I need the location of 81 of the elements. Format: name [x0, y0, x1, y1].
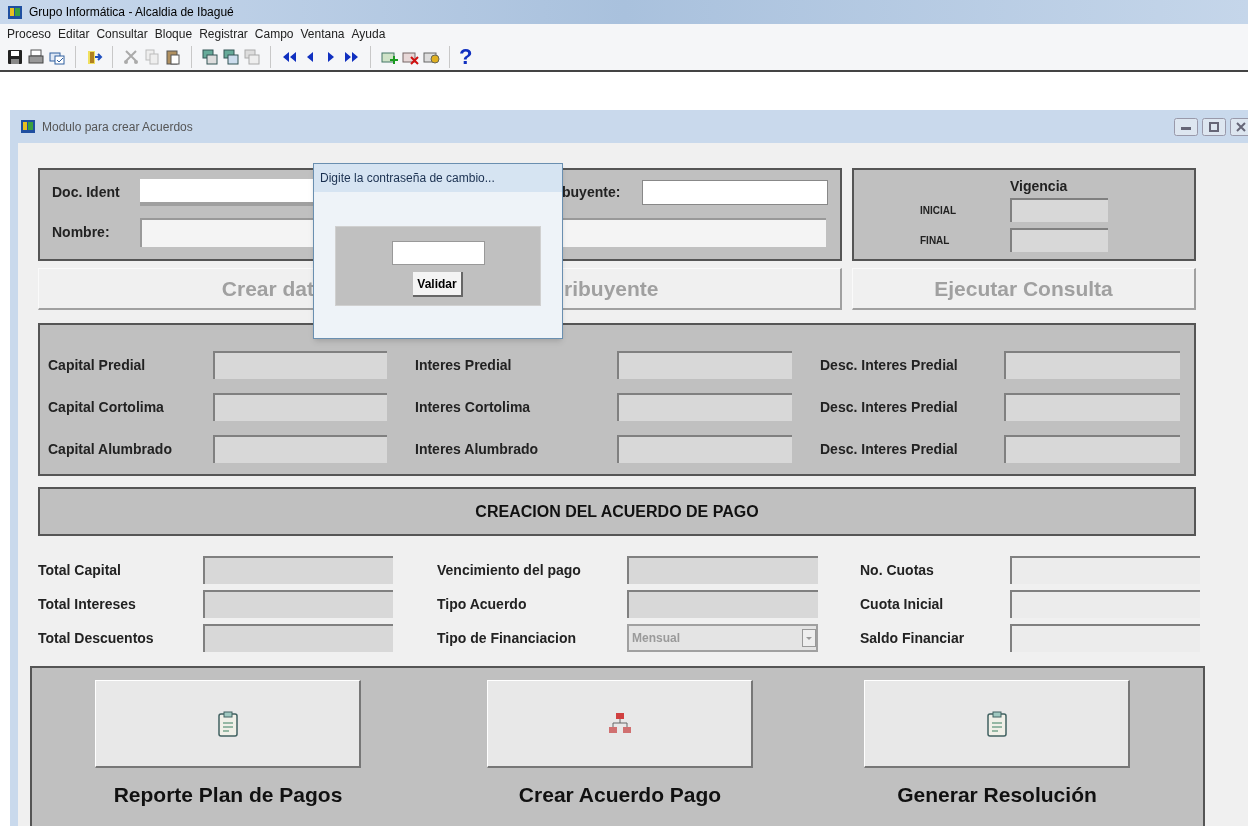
field-label: Capital Cortolima — [48, 397, 165, 417]
printer-icon[interactable] — [27, 47, 45, 66]
input-field[interactable] — [1010, 590, 1200, 618]
clipboard-icon[interactable] — [216, 710, 239, 737]
input-field[interactable] — [203, 590, 393, 618]
field-label: Total Descuentos — [38, 628, 155, 648]
input-field[interactable] — [617, 393, 792, 421]
input-field[interactable] — [642, 180, 828, 205]
field-label: Desc. Interes Predial — [820, 397, 959, 417]
field-label: Capital Alumbrado — [48, 439, 173, 459]
field-label: Cuota Inicial — [860, 594, 945, 614]
close-icon[interactable] — [1230, 117, 1248, 136]
field-label: buyente: — [562, 183, 622, 202]
field-label: Capital Predial — [48, 355, 147, 375]
input-field[interactable] — [203, 556, 393, 584]
query-run-icon[interactable] — [222, 47, 240, 66]
field-label: Saldo Financiar — [860, 628, 966, 648]
input-field[interactable] — [1010, 198, 1108, 222]
save-icon[interactable] — [6, 47, 24, 66]
window-title: Modulo para crear Acuerdos — [42, 118, 194, 136]
icon-button[interactable] — [864, 680, 1130, 768]
password-field[interactable] — [391, 241, 485, 265]
section-header: CREACION DEL ACUERDO DE PAGO — [38, 487, 1196, 536]
input-field[interactable] — [1004, 435, 1180, 463]
field-label: INICIAL — [920, 203, 958, 218]
clipboard-icon[interactable] — [985, 710, 1008, 737]
field-label: No. Cuotas — [860, 560, 935, 580]
dropdown-value: Mensual — [632, 630, 680, 647]
query-icon[interactable] — [201, 47, 219, 66]
input-field[interactable] — [617, 435, 792, 463]
caret-icon[interactable] — [802, 629, 816, 647]
input-field[interactable] — [213, 351, 387, 379]
icon-button[interactable] — [487, 680, 753, 768]
field-label: Doc. Ident — [52, 183, 121, 202]
field-label: Vencimiento del pago — [437, 560, 582, 580]
input-field[interactable] — [1010, 624, 1200, 652]
help-icon[interactable]: ? — [459, 45, 473, 68]
input-field[interactable] — [617, 351, 792, 379]
field-label: Total Intereses — [38, 594, 137, 614]
menu-item[interactable]: Bloque — [154, 24, 193, 43]
input-field[interactable] — [203, 624, 393, 652]
app-icon[interactable] — [20, 119, 36, 134]
input-field[interactable] — [1004, 351, 1180, 379]
field-label: Tipo Acuerdo — [437, 594, 528, 614]
field-label: Nombre: — [52, 223, 111, 242]
input-field[interactable] — [213, 393, 387, 421]
input-field[interactable] — [627, 590, 818, 618]
input-field[interactable] — [1010, 556, 1200, 584]
field-label: Desc. Interes Predial — [820, 355, 959, 375]
button-caption: Reporte Plan de Pagos — [113, 782, 343, 808]
icon-button[interactable] — [95, 680, 361, 768]
button-caption: Crear Acuerdo Pago — [518, 782, 722, 808]
validate-button[interactable]: Validar — [413, 272, 463, 297]
field-label: Total Capital — [38, 560, 122, 580]
input-field[interactable] — [213, 435, 387, 463]
field-label: Desc. Interes Predial — [820, 439, 959, 459]
menu-item[interactable]: Campo — [254, 24, 294, 43]
minimize-icon[interactable] — [1174, 117, 1198, 136]
input-field[interactable] — [1010, 228, 1108, 252]
paste-icon[interactable] — [164, 47, 182, 66]
menu-item[interactable]: Proceso — [7, 24, 52, 43]
org-chart-icon[interactable] — [607, 711, 632, 736]
cut-icon[interactable] — [122, 47, 140, 66]
menu-item[interactable]: Registrar — [199, 24, 248, 43]
button-caption: Generar Resolución — [897, 782, 1097, 808]
field-label: FINAL — [920, 233, 951, 248]
input-field[interactable] — [627, 556, 818, 584]
maximize-icon[interactable] — [1202, 117, 1226, 136]
menu-item[interactable]: Ayuda — [351, 24, 386, 43]
menu-item[interactable]: Consultar — [96, 24, 148, 43]
menu-item[interactable]: Ventana — [300, 24, 345, 43]
field-label: Interes Predial — [415, 355, 513, 375]
field-label: Interes Alumbrado — [415, 439, 540, 459]
menu-item[interactable]: Editar — [58, 24, 90, 43]
field-label: Tipo de Financiacion — [437, 628, 577, 648]
field-label: Interes Cortolima — [415, 397, 532, 417]
window-title: Grupo Informática - Alcaldia de Ibagué — [29, 4, 234, 21]
panel-title: Vigencia — [1010, 177, 1068, 196]
app-icon[interactable] — [7, 4, 23, 20]
input-field[interactable] — [1004, 393, 1180, 421]
dialog-title: Digite la contraseña de cambio... — [314, 164, 562, 192]
